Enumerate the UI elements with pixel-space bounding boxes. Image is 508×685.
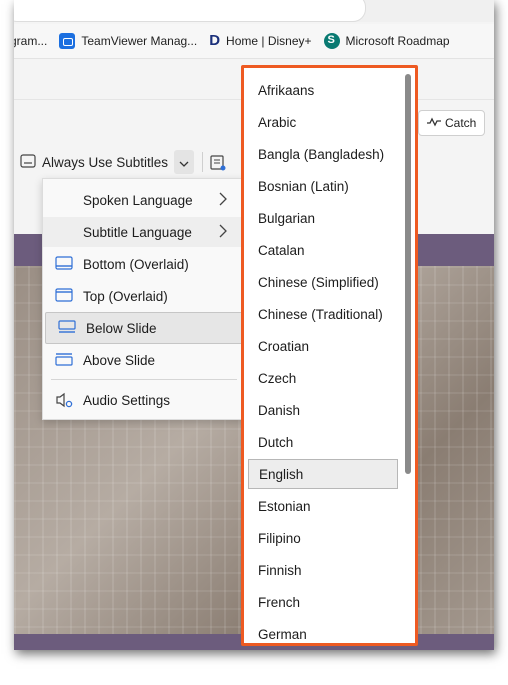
- notes-icon[interactable]: [210, 155, 226, 176]
- language-item-bosnian-latin[interactable]: Bosnian (Latin): [248, 171, 398, 201]
- menu-item-label: Above Slide: [83, 352, 156, 368]
- subtitle-above-icon: [55, 352, 73, 369]
- language-item-french[interactable]: French: [248, 587, 398, 617]
- language-item-danish[interactable]: Danish: [248, 395, 398, 425]
- menu-item-label: Audio Settings: [83, 392, 171, 408]
- scrollbar-thumb[interactable]: [405, 74, 411, 474]
- language-item-bangla-bangladesh[interactable]: Bangla (Bangladesh): [248, 139, 398, 169]
- subtitles-menu: Spoken Language Subtitle Language Bottom…: [42, 178, 247, 420]
- bookmark-label: Home | Disney+: [226, 34, 312, 48]
- language-item-chinese-traditional[interactable]: Chinese (Traditional): [248, 299, 398, 329]
- menu-item-above-slide[interactable]: Above Slide: [43, 345, 243, 375]
- menu-item-label: Spoken Language: [83, 192, 193, 208]
- subtitles-control[interactable]: Always Use Subtitles: [14, 146, 234, 178]
- language-item-dutch[interactable]: Dutch: [248, 427, 398, 457]
- address-bar[interactable]: [14, 0, 366, 22]
- menu-divider: [51, 379, 237, 380]
- chevron-right-icon: [219, 192, 227, 209]
- catch-up-button[interactable]: Catch: [418, 110, 486, 136]
- bookmark-disney[interactable]: D Home | Disney+: [209, 33, 311, 49]
- toolbar-divider: [202, 152, 203, 172]
- address-strip: [14, 0, 494, 22]
- bookmarks-bar: gram... TeamViewer Manag... D Home | Dis…: [14, 24, 494, 59]
- language-item-arabic[interactable]: Arabic: [248, 107, 398, 137]
- language-item-croatian[interactable]: Croatian: [248, 331, 398, 361]
- language-item-finnish[interactable]: Finnish: [248, 555, 398, 585]
- language-item-afrikaans[interactable]: Afrikaans: [248, 75, 398, 105]
- disney-icon: D: [209, 32, 221, 49]
- catch-up-icon: [427, 116, 441, 130]
- bookmark-teamviewer[interactable]: TeamViewer Manag...: [59, 33, 197, 49]
- language-item-catalan[interactable]: Catalan: [248, 235, 398, 265]
- language-item-chinese-simplified[interactable]: Chinese (Simplified): [248, 267, 398, 297]
- app-window: gram... TeamViewer Manag... D Home | Dis…: [14, 0, 494, 650]
- bookmark-program[interactable]: gram...: [14, 34, 47, 48]
- bookmark-label: gram...: [14, 34, 48, 48]
- subtitles-icon: [20, 153, 36, 171]
- bookmark-label: TeamViewer Manag...: [81, 34, 198, 48]
- subtitles-button-label: Always Use Subtitles: [42, 154, 169, 170]
- chevron-down-icon: [179, 155, 189, 170]
- language-list: Afrikaans Arabic Bangla (Bangladesh) Bosnia…: [244, 68, 415, 643]
- language-item-bulgarian[interactable]: Bulgarian: [248, 203, 398, 233]
- menu-item-top-overlaid[interactable]: Top (Overlaid): [43, 281, 243, 311]
- menu-item-audio-settings[interactable]: Audio Settings: [43, 385, 243, 415]
- menu-item-label: Top (Overlaid): [83, 288, 168, 304]
- language-item-filipino[interactable]: Filipino: [248, 523, 398, 553]
- language-item-english[interactable]: English: [248, 459, 398, 489]
- subtitle-below-icon: [58, 320, 76, 337]
- language-item-czech[interactable]: Czech: [248, 363, 398, 393]
- language-item-estonian[interactable]: Estonian: [248, 491, 398, 521]
- menu-item-below-slide[interactable]: Below Slide: [45, 312, 247, 344]
- menu-item-label: Below Slide: [86, 320, 157, 336]
- subtitles-dropdown-button[interactable]: [174, 150, 195, 174]
- subtitle-bottom-icon: [55, 256, 73, 273]
- menu-item-spoken-language[interactable]: Spoken Language: [43, 185, 243, 215]
- catch-up-label: Catch: [445, 116, 477, 130]
- bookmark-microsoft-roadmap[interactable]: Microsoft Roadmap: [323, 33, 450, 49]
- sharepoint-icon: [323, 33, 340, 49]
- subtitle-language-submenu: Afrikaans Arabic Bangla (Bangladesh) Bosnia…: [241, 65, 418, 646]
- teamviewer-icon: [59, 33, 76, 49]
- subtitle-top-icon: [55, 288, 73, 305]
- menu-item-bottom-overlaid[interactable]: Bottom (Overlaid): [43, 249, 243, 279]
- bookmark-label: Microsoft Roadmap: [345, 34, 450, 48]
- audio-settings-icon: [55, 392, 73, 411]
- language-item-german[interactable]: German: [248, 619, 398, 643]
- menu-item-label: Subtitle Language: [83, 224, 192, 240]
- menu-item-subtitle-language[interactable]: Subtitle Language: [43, 217, 243, 247]
- menu-item-label: Bottom (Overlaid): [83, 256, 189, 272]
- scrollbar[interactable]: [405, 74, 411, 634]
- chevron-right-icon: [219, 224, 227, 241]
